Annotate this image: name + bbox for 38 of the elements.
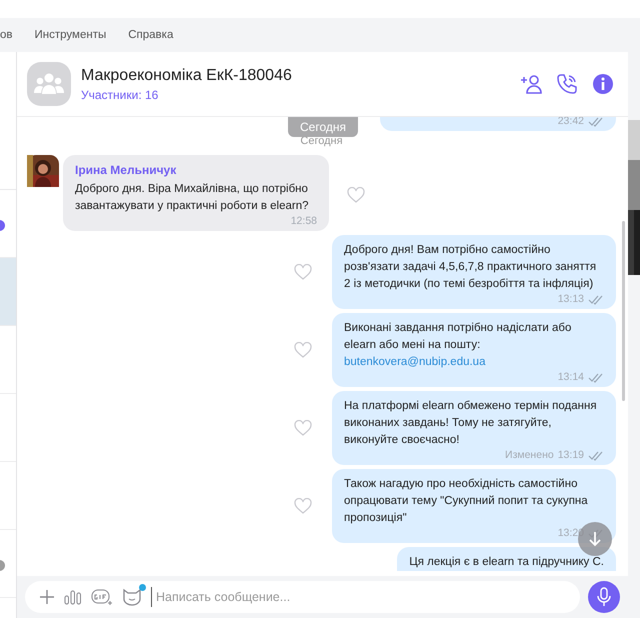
microphone-icon: [597, 587, 611, 607]
message-time: 13:14: [558, 371, 584, 384]
menu-item[interactable]: ов: [0, 29, 13, 41]
heart-icon[interactable]: [347, 187, 365, 203]
heart-icon[interactable]: [294, 264, 312, 280]
info-icon[interactable]: [592, 73, 614, 95]
message-time: 12:58: [290, 215, 317, 228]
participants-link[interactable]: Участники: 16: [81, 88, 520, 102]
phone-icon[interactable]: [556, 73, 578, 95]
plus-icon[interactable]: [39, 589, 55, 605]
heart-icon[interactable]: [294, 342, 312, 358]
date-label: Сегодня: [300, 135, 343, 147]
sender-name: Ірина Мельничук: [75, 162, 178, 179]
poll-icon[interactable]: [64, 589, 82, 605]
menu-item[interactable]: Справка: [128, 29, 174, 41]
down-arrow-icon: [587, 531, 603, 547]
edited-label: Изменено: [505, 449, 554, 462]
menu-item[interactable]: Инструменты: [34, 29, 106, 41]
message-field[interactable]: Написать сообщение...: [25, 581, 580, 613]
add-person-icon[interactable]: [520, 73, 542, 95]
scrollbar[interactable]: [622, 221, 625, 401]
message-time: 23:42: [558, 117, 584, 128]
heart-icon[interactable]: [294, 420, 312, 436]
message-text: На платформі elearn обмежено термін подання виконаних завдань! Тому не затягуйте, виконуйте своєчасно!: [344, 399, 598, 448]
heart-icon[interactable]: [294, 498, 312, 514]
date-pill: Сегодня: [288, 117, 358, 137]
message-text: Також нагадую про необхідність самостійно опрацювати тему "Сукупний попит та сукупна пропозиція": [344, 477, 589, 526]
message-text: Ця лекція є в elearn та підручнику С.: [409, 555, 604, 570]
gif-icon[interactable]: [91, 588, 113, 606]
message-time: 13:19: [558, 449, 584, 462]
sticker-icon[interactable]: [122, 588, 142, 606]
message-time: 13:13: [558, 293, 584, 306]
microphone-button[interactable]: [588, 581, 620, 613]
group-icon: [34, 72, 64, 96]
message-text: Доброго дня! Вам потрібно самостійно розв'язати задачі 4,5,6,7,8 практичного заняття 2 із методички (по темі безробіття та інфляція): [344, 243, 598, 292]
chat-title: Макроекономіка ЕкК-180046: [81, 66, 293, 84]
message-text: Доброго дня. Віра Михайлівна, що потрібно завантажувати у практичні роботи в elearn?: [75, 182, 310, 214]
message-text: Виконані завдання потрібно надіслати або elearn або мені на пошту:: [344, 321, 572, 353]
